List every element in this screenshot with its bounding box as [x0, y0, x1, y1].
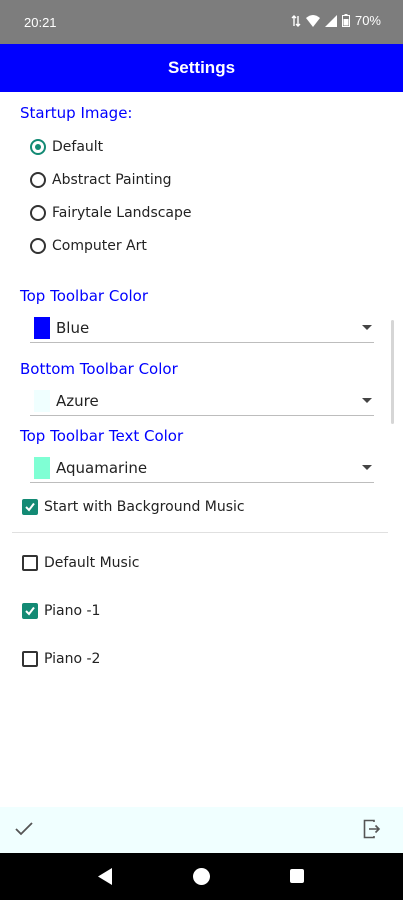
checkbox-label: Piano -1: [44, 603, 101, 619]
radio-abstract-painting[interactable]: Abstract Painting: [30, 167, 172, 193]
radio-default[interactable]: Default: [30, 134, 103, 160]
color-swatch: [34, 456, 50, 479]
home-icon[interactable]: [193, 868, 210, 885]
color-swatch: [34, 316, 50, 339]
radio-label: Abstract Painting: [52, 172, 172, 188]
top-toolbar-text-color-select[interactable]: Aquamarine: [30, 453, 374, 483]
checkbox-checked[interactable]: [22, 603, 38, 619]
selected-color: Aquamarine: [56, 458, 148, 477]
top-toolbar-text-color-label: Top Toolbar Text Color: [20, 427, 184, 445]
battery-icon: [341, 14, 350, 27]
navigation-bar: [0, 853, 403, 900]
radio-label: Fairytale Landscape: [52, 205, 192, 221]
scrollbar[interactable]: [391, 320, 394, 424]
checkbox-checked[interactable]: [22, 499, 38, 515]
checkbox-label: Piano -2: [44, 651, 101, 667]
radio-button-checked[interactable]: [30, 139, 46, 155]
checkmark-icon[interactable]: [14, 821, 34, 841]
checkbox-label: Start with Background Music: [44, 499, 245, 515]
radio-button[interactable]: [30, 172, 46, 188]
color-swatch: [34, 389, 50, 412]
radio-fairytale-landscape[interactable]: Fairytale Landscape: [30, 200, 192, 226]
exit-icon[interactable]: [363, 819, 381, 843]
recents-icon[interactable]: [290, 869, 304, 883]
radio-label: Computer Art: [52, 238, 147, 254]
status-bar: 20:21 70%: [0, 0, 403, 44]
checkbox-label: Default Music: [44, 555, 140, 571]
checkmark-icon: [25, 502, 35, 512]
checkbox[interactable]: [22, 651, 38, 667]
radio-button[interactable]: [30, 238, 46, 254]
selected-color: Azure: [56, 391, 99, 410]
settings-content[interactable]: Startup Image: Default Abstract Painting…: [0, 92, 403, 807]
music-default-row[interactable]: Default Music: [22, 550, 139, 576]
radio-button[interactable]: [30, 205, 46, 221]
top-toolbar-color-select[interactable]: Blue: [30, 313, 374, 343]
radio-label: Default: [52, 139, 104, 155]
divider: [12, 532, 388, 533]
battery-percent: 70%: [354, 13, 381, 28]
checkmark-icon: [25, 606, 35, 616]
status-icons: 70%: [291, 13, 381, 28]
music-piano-2-row[interactable]: Piano -2: [22, 646, 100, 672]
wifi-icon: [305, 14, 320, 27]
bottom-toolbar: [0, 807, 403, 853]
data-arrows-icon: [291, 14, 301, 27]
radio-computer-art[interactable]: Computer Art: [30, 233, 147, 259]
top-toolbar-color-label: Top Toolbar Color: [20, 287, 149, 305]
checkbox[interactable]: [22, 555, 38, 571]
cell-signal-icon: [324, 14, 337, 27]
background-music-checkbox-row[interactable]: Start with Background Music: [22, 494, 245, 520]
page-title: Settings: [167, 58, 236, 77]
music-piano-1-row[interactable]: Piano -1: [22, 598, 100, 624]
selected-color: Blue: [56, 318, 90, 337]
dropdown-arrow-icon: [362, 465, 372, 470]
status-time: 20:21: [24, 15, 57, 30]
startup-image-label: Startup Image:: [20, 104, 133, 122]
bottom-toolbar-color-label: Bottom Toolbar Color: [20, 360, 178, 378]
back-icon[interactable]: [98, 868, 113, 889]
dropdown-arrow-icon: [362, 398, 372, 403]
bottom-toolbar-color-select[interactable]: Azure: [30, 386, 374, 416]
top-toolbar: Settings: [0, 44, 403, 92]
dropdown-arrow-icon: [362, 325, 372, 330]
